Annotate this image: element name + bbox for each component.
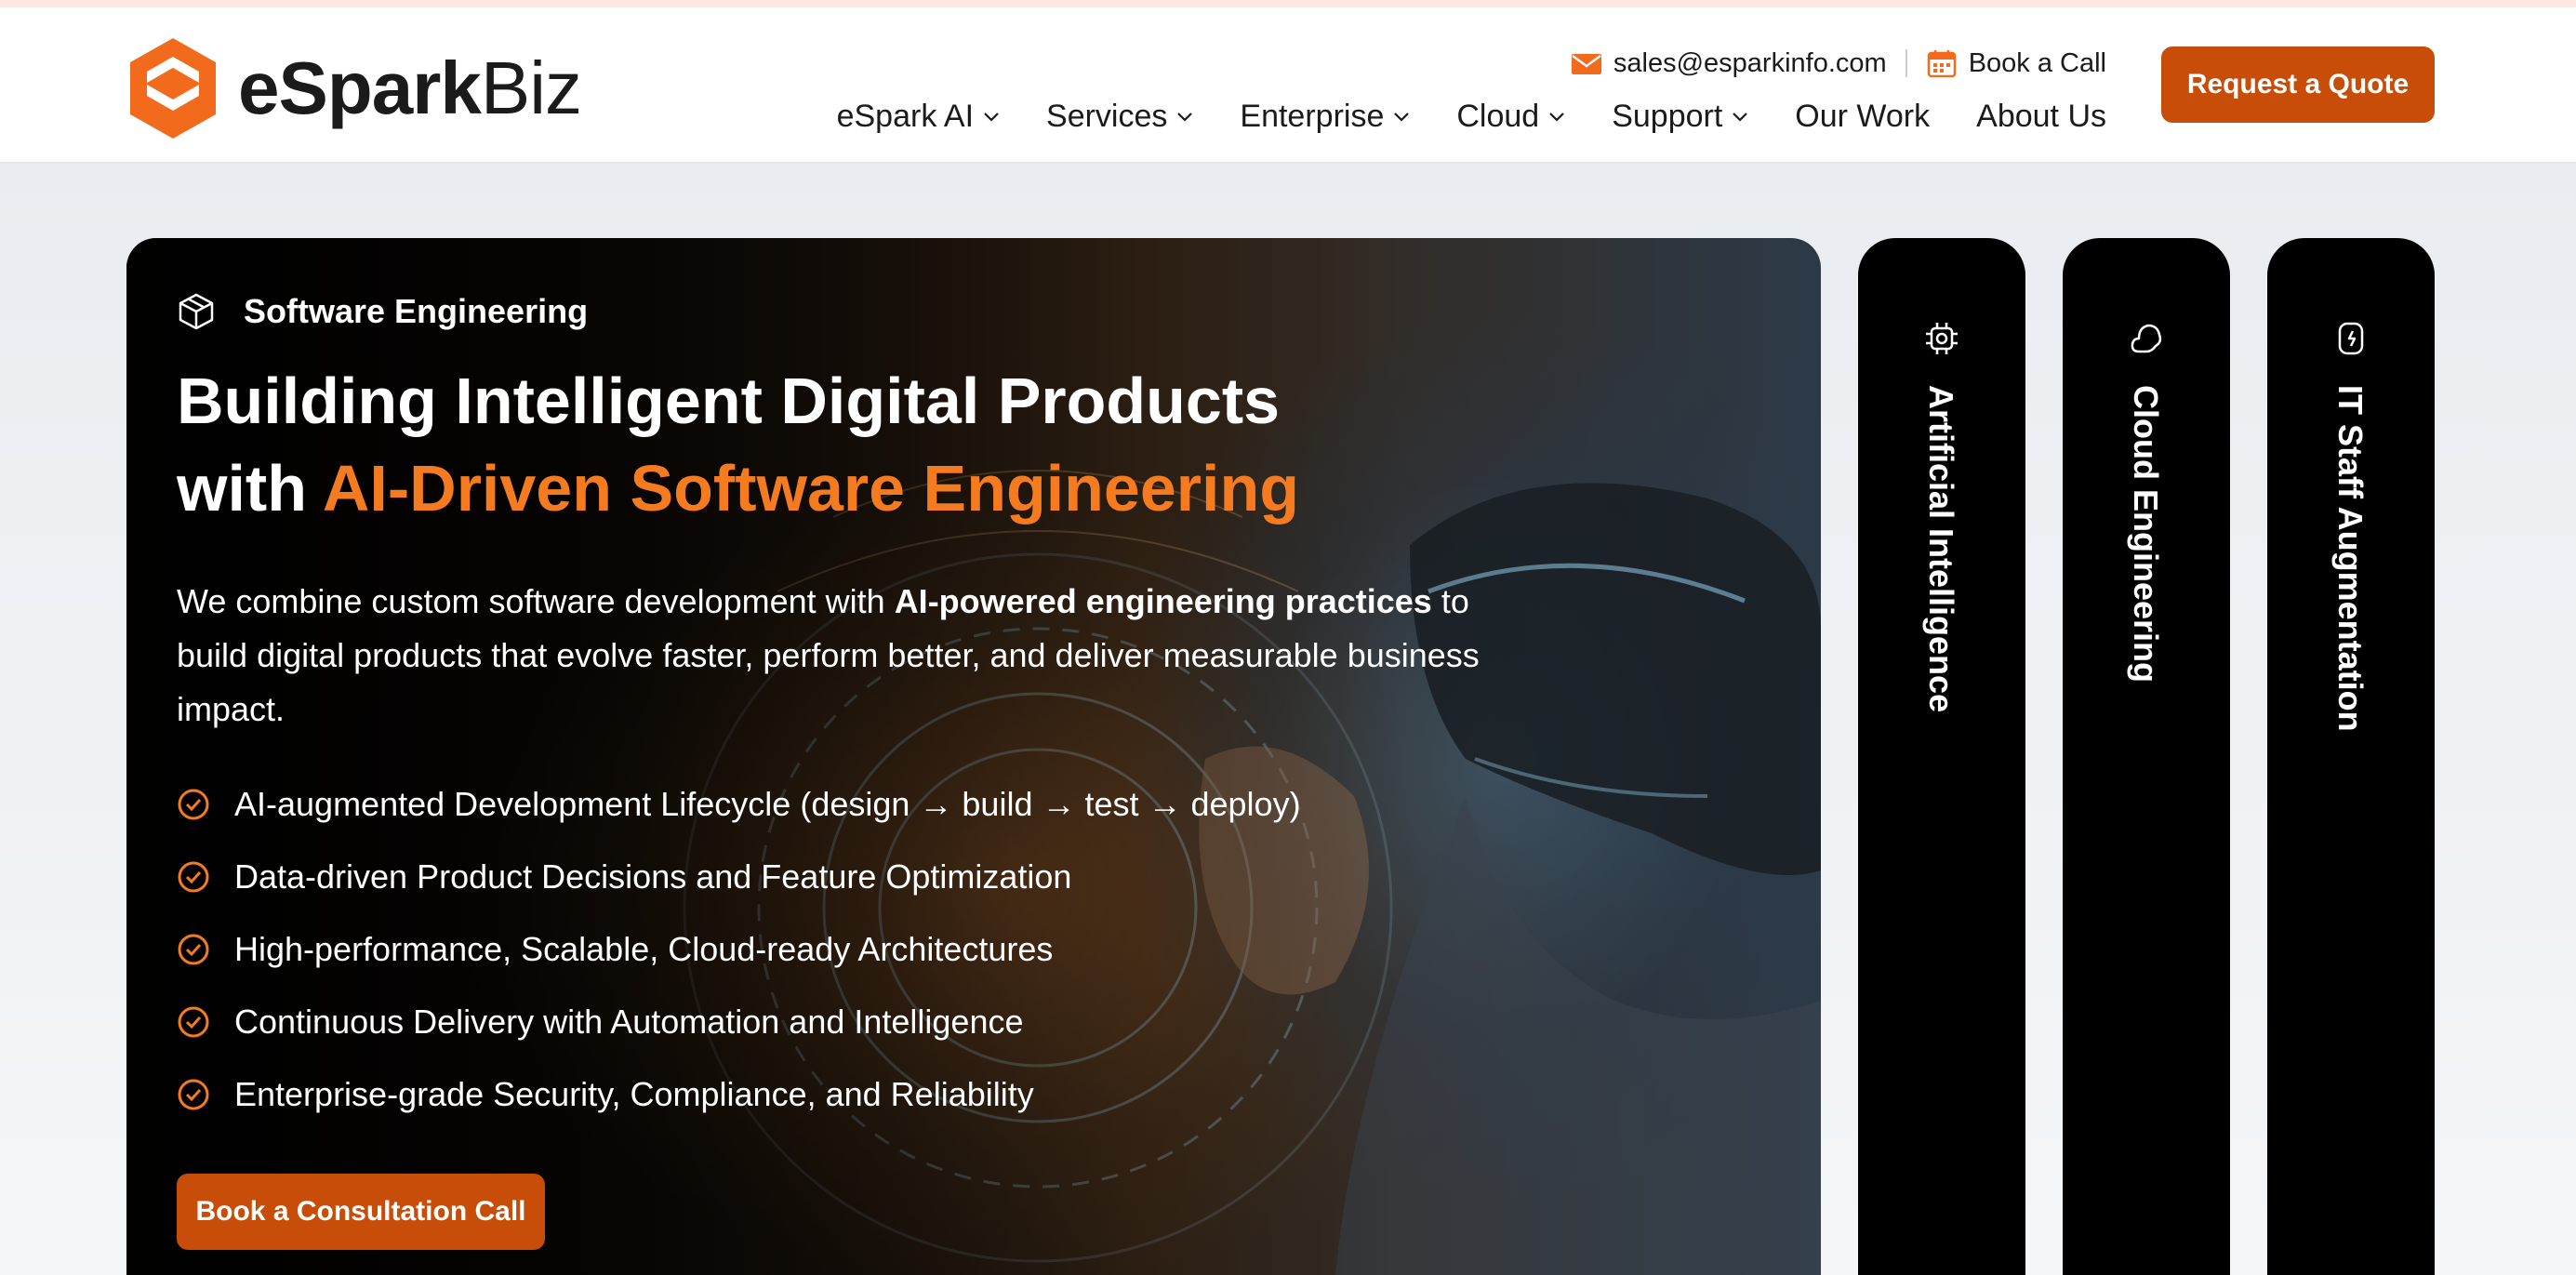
nav-item-label: Cloud bbox=[1456, 98, 1540, 134]
hero-title-with: with bbox=[177, 452, 323, 525]
contact-divider bbox=[1905, 49, 1907, 77]
hero-description: We combine custom software development w… bbox=[177, 575, 1516, 737]
email-icon bbox=[1571, 54, 1601, 74]
logo[interactable]: eSparkBiz bbox=[126, 35, 582, 141]
side-tab-label: Artificial Intelligence bbox=[1922, 385, 1960, 713]
list-item: Data-driven Product Decisions and Featur… bbox=[177, 841, 1301, 913]
hero-desc-bold: AI-powered engineering practices bbox=[894, 582, 1432, 620]
list-item: Continuous Delivery with Automation and … bbox=[177, 986, 1301, 1058]
hero-title-line1: Building Intelligent Digital Products bbox=[177, 365, 1281, 437]
bullet-text: Enterprise-grade Security, Compliance, a… bbox=[234, 1075, 1034, 1113]
chevron-down-icon bbox=[1394, 113, 1410, 122]
main-nav: eSpark AI Services Enterprise Cloud Supp… bbox=[837, 93, 2106, 139]
side-tab-artificial-intelligence[interactable]: Artificial Intelligence bbox=[1858, 238, 2025, 1275]
request-quote-button[interactable]: Request a Quote bbox=[2161, 46, 2435, 123]
book-call-link[interactable]: Book a Call bbox=[1969, 48, 2106, 79]
logo-brand-suffix: Biz bbox=[480, 46, 582, 129]
calendar-icon bbox=[1927, 50, 1956, 77]
bullet-text: High-performance, Scalable, Cloud-ready … bbox=[234, 930, 1054, 968]
nav-item-label: About Us bbox=[1976, 98, 2106, 134]
cloud-icon bbox=[2131, 324, 2162, 353]
esparkbiz-logo-icon bbox=[130, 38, 216, 139]
nav-item-enterprise[interactable]: Enterprise bbox=[1240, 99, 1410, 135]
bullet-text: Continuous Delivery with Automation and … bbox=[234, 1003, 1024, 1041]
list-item: AI-augmented Development Lifecycle (desi… bbox=[177, 768, 1301, 841]
nav-item-our-work[interactable]: Our Work bbox=[1795, 99, 1930, 135]
hero-bullet-list: AI-augmented Development Lifecycle (desi… bbox=[177, 768, 1301, 1131]
check-circle-icon bbox=[178, 861, 209, 893]
check-circle-icon bbox=[178, 1006, 209, 1038]
contact-email-link[interactable]: sales@esparkinfo.com bbox=[1613, 48, 1887, 79]
nav-item-about-us[interactable]: About Us bbox=[1976, 99, 2106, 135]
logo-text: eSparkBiz bbox=[238, 51, 582, 126]
hero-tag-label: Software Engineering bbox=[244, 292, 589, 330]
check-circle-icon bbox=[178, 1079, 209, 1110]
logo-brand-main: eSpark bbox=[238, 46, 482, 129]
side-tab-label: IT Staff Augmentation bbox=[2331, 385, 2370, 732]
nav-item-services[interactable]: Services bbox=[1046, 99, 1193, 135]
book-consultation-button[interactable]: Book a Consultation Call bbox=[177, 1174, 545, 1250]
nav-item-espark-ai[interactable]: eSpark AI bbox=[837, 99, 1000, 135]
contact-row: sales@esparkinfo.com Book a Call bbox=[1571, 45, 2106, 82]
person-icon bbox=[2338, 322, 2364, 355]
hero-tag: Software Engineering bbox=[177, 292, 588, 331]
chevron-down-icon bbox=[1733, 113, 1748, 122]
nav-item-label: Our Work bbox=[1795, 98, 1931, 134]
side-tab-label: Cloud Engineering bbox=[2127, 385, 2165, 683]
side-tab-cloud-engineering[interactable]: Cloud Engineering bbox=[2063, 238, 2230, 1275]
nav-item-support[interactable]: Support bbox=[1612, 99, 1748, 135]
chevron-down-icon bbox=[1177, 113, 1193, 122]
bullet-text: AI-augmented Development Lifecycle (desi… bbox=[234, 785, 1301, 823]
cube-icon bbox=[179, 293, 214, 330]
hero-title: Building Intelligent Digital Products wi… bbox=[177, 357, 1479, 532]
chevron-down-icon bbox=[1549, 113, 1564, 122]
hero-desc-pre: We combine custom software development w… bbox=[177, 582, 895, 620]
chevron-down-icon bbox=[984, 113, 999, 122]
top-accent-line bbox=[0, 0, 2576, 7]
hero-title-accent: AI-Driven Software Engineering bbox=[322, 452, 1299, 525]
hero-card: Software Engineering Building Intelligen… bbox=[126, 238, 1821, 1275]
nav-item-label: Services bbox=[1046, 98, 1168, 134]
nav-item-label: Support bbox=[1612, 98, 1723, 134]
nav-item-label: eSpark AI bbox=[836, 98, 975, 134]
side-tab-it-staff-augmentation[interactable]: IT Staff Augmentation bbox=[2267, 238, 2435, 1275]
site-header: eSparkBiz sales@esparkinfo.com Book a Ca… bbox=[0, 7, 2576, 164]
check-circle-icon bbox=[178, 934, 209, 965]
list-item: High-performance, Scalable, Cloud-ready … bbox=[177, 913, 1301, 986]
chip-icon bbox=[1926, 323, 1958, 354]
nav-item-cloud[interactable]: Cloud bbox=[1456, 99, 1565, 135]
check-circle-icon bbox=[178, 789, 209, 820]
nav-item-label: Enterprise bbox=[1240, 98, 1385, 134]
bullet-text: Data-driven Product Decisions and Featur… bbox=[234, 857, 1072, 896]
list-item: Enterprise-grade Security, Compliance, a… bbox=[177, 1058, 1301, 1131]
